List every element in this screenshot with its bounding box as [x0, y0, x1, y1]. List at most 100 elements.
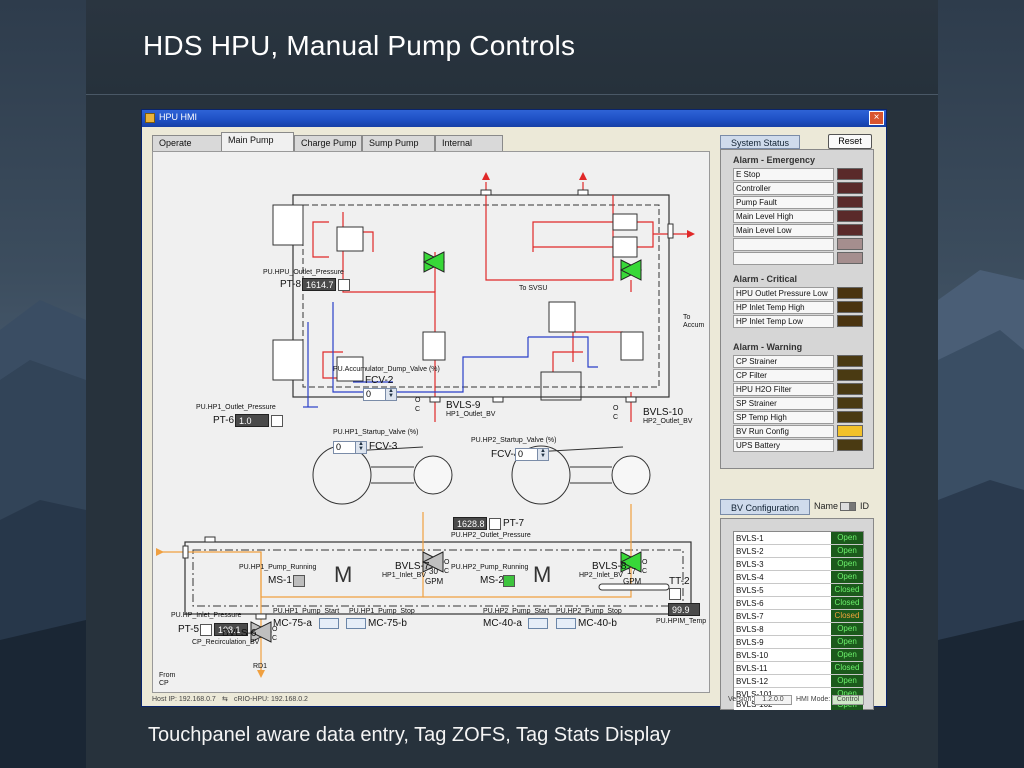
fcv4-input-value: 0 — [518, 449, 524, 459]
alarm-bv-run-config: BV Run Config — [733, 425, 834, 438]
alarm-hp-inlet-temp-high: HP Inlet Temp High — [733, 301, 834, 314]
pt6-value[interactable]: 1.0 — [235, 414, 269, 427]
tab-operate[interactable]: Operate — [152, 135, 222, 151]
pt7-label: PT-7 — [503, 518, 525, 529]
fcv2-tag: PU.Accumulator_Dump_Valve (%) — [333, 366, 440, 373]
bvls7-label: BVLS-7 — [395, 561, 430, 572]
alarm-hpu-outlet-pressure-low: HPU Outlet Pressure Low — [733, 287, 834, 300]
bv-name: BVLS-3 — [736, 560, 764, 569]
hp1-start-button[interactable] — [319, 618, 339, 629]
tt2-stats-icon[interactable] — [669, 588, 681, 600]
pump1-head — [413, 455, 453, 495]
alarm-warning-title: Alarm - Warning — [733, 342, 803, 352]
fcv3-input[interactable]: 0 ▲ ▼ — [333, 441, 367, 454]
pump1-motor-label: M — [334, 562, 353, 587]
bvls8-open-ind: O — [642, 559, 648, 566]
ms2-running-indicator — [503, 575, 515, 587]
to-svsu-label: To SVSU — [519, 285, 548, 292]
pt7-value[interactable]: 1628.8 — [453, 517, 487, 530]
window-titlebar[interactable]: HPU HMI × — [142, 110, 886, 127]
hpu-outlet-pressure-tag: PU.HPU_Outlet_Pressure — [263, 269, 344, 276]
alarm-main-level-low-led — [837, 224, 863, 236]
bvls9-tag: HP1_Outlet_BV — [446, 411, 496, 418]
from-cp-label-1: From — [159, 672, 176, 679]
bv-name-label: Name — [814, 501, 839, 511]
alarm-controller: Controller — [733, 182, 834, 195]
pump1-gpm-unit: GPM — [425, 577, 444, 586]
alarm-cp-strainer: CP Strainer — [733, 355, 834, 368]
from-cp-label-2: CP — [159, 680, 169, 687]
version-label: Version: — [728, 696, 754, 703]
fcv2-input[interactable]: 0 ▲ ▼ — [363, 388, 397, 401]
alarm-hp-inlet-temp-low-led — [837, 315, 863, 327]
alarm-cp-filter-led — [837, 369, 863, 381]
host-ip: Host IP: 192.168.0.7 — [152, 696, 216, 703]
tab-main-pump[interactable]: Main Pump — [221, 132, 294, 151]
pt6-label: PT-6 — [213, 415, 235, 426]
bv-state: Open — [831, 558, 863, 570]
pt7-stats-icon[interactable] — [489, 518, 501, 530]
hp1-stop-button[interactable] — [346, 618, 366, 629]
tt2-value[interactable]: 99.9 — [668, 603, 700, 616]
bvls6-label: BVLS-6 — [222, 628, 257, 639]
bvls8-tag: HP2_Inlet_BV — [579, 572, 623, 579]
hp2-outlet-pressure-tag: PU.HP2_Outlet_Pressure — [451, 532, 531, 539]
bv-state: Closed — [831, 662, 863, 674]
pt8-label: PT-8 — [280, 279, 302, 290]
pt6-stats-icon[interactable] — [271, 415, 283, 427]
bv-row-bvls-3: BVLS-3 Open — [734, 558, 863, 571]
hp2-stop-button[interactable] — [556, 618, 576, 629]
alarm-hp-inlet-temp-high-led — [837, 301, 863, 313]
bvls9-valve — [422, 251, 446, 273]
bv-name: BVLS-1 — [736, 534, 764, 543]
tab-sump-pump[interactable]: Sump Pump — [362, 135, 435, 151]
bvls7-closed-ind: C — [444, 568, 450, 575]
bv-name: BVLS-12 — [736, 677, 769, 686]
bv-row-bvls-12: BVLS-12 Open — [734, 675, 863, 688]
pt8-value[interactable]: 1614.7 — [302, 278, 336, 291]
bv-id-label: ID — [860, 501, 869, 511]
hp1-stop-tag: PU.HP1_Pump_Stop — [349, 608, 415, 615]
tab-internal[interactable]: Internal — [435, 135, 503, 151]
fcv4-spinner[interactable]: ▲ ▼ — [537, 448, 548, 460]
pt8-stats-icon[interactable] — [338, 279, 350, 291]
tt2-label: TT-2 — [669, 576, 690, 587]
hp1-start-tag: PU.HP1_Pump_Start — [273, 608, 340, 615]
hp2-start-button[interactable] — [528, 618, 548, 629]
fcv3-spinner[interactable]: ▲ ▼ — [355, 441, 366, 453]
tab-system-status[interactable]: System Status — [720, 135, 801, 149]
alarm-hpu-h2o-filter-led — [837, 383, 863, 395]
tab-bv-configuration[interactable]: BV Configuration — [720, 499, 811, 515]
alarm-controller-led — [837, 182, 863, 194]
alarm-spare-1 — [733, 238, 834, 251]
alarm-sp-temp-high: SP Temp High — [733, 411, 834, 424]
pt5-label: PT-5 — [178, 624, 200, 635]
fcv4-input[interactable]: 0 ▲ ▼ — [515, 448, 549, 461]
alarm-main-level-low: Main Level Low — [733, 224, 834, 237]
bv-name: BVLS-4 — [736, 573, 764, 582]
bv-state: Closed — [831, 597, 863, 609]
hp2-start-label: MC-40-a — [483, 618, 522, 629]
hp2-start-tag: PU.HP2_Pump_Start — [483, 608, 550, 615]
name-id-toggle[interactable] — [840, 502, 856, 511]
bv-configuration-panel: BVLS-1 Open BVLS-2 Open BVLS-3 Open BVLS-4 O… — [720, 518, 874, 710]
fcv4-tag: PU.HP2_Startup_Valve (%) — [471, 437, 557, 444]
tab-charge-pump[interactable]: Charge Pump — [294, 135, 362, 151]
fcv2-spinner[interactable]: ▲ ▼ — [385, 388, 396, 400]
reset-button[interactable]: Reset — [828, 134, 872, 149]
bvls8-closed-ind: C — [642, 568, 648, 575]
alarm-sp-temp-high-led — [837, 411, 863, 423]
bvls10-open-ind: O — [613, 405, 619, 412]
ms2-label: MS-2 — [480, 575, 504, 586]
alarm-estop-led — [837, 168, 863, 180]
fcv3-input-value: 0 — [336, 442, 342, 452]
alarm-main-level-high-led — [837, 210, 863, 222]
bvls10-valve — [619, 259, 643, 281]
alarm-cp-filter: CP Filter — [733, 369, 834, 382]
pt5-stats-icon[interactable] — [200, 624, 212, 636]
alarm-pump-fault: Pump Fault — [733, 196, 834, 209]
status-bar: Host IP: 192.168.0.7 ⇆ cRIO-HPU: 192.168… — [144, 695, 884, 705]
fcv2-input-value: 0 — [366, 389, 372, 399]
close-button[interactable]: × — [869, 111, 884, 125]
hp2-pump-running-tag: PU.HP2_Pump_Running — [451, 564, 529, 571]
